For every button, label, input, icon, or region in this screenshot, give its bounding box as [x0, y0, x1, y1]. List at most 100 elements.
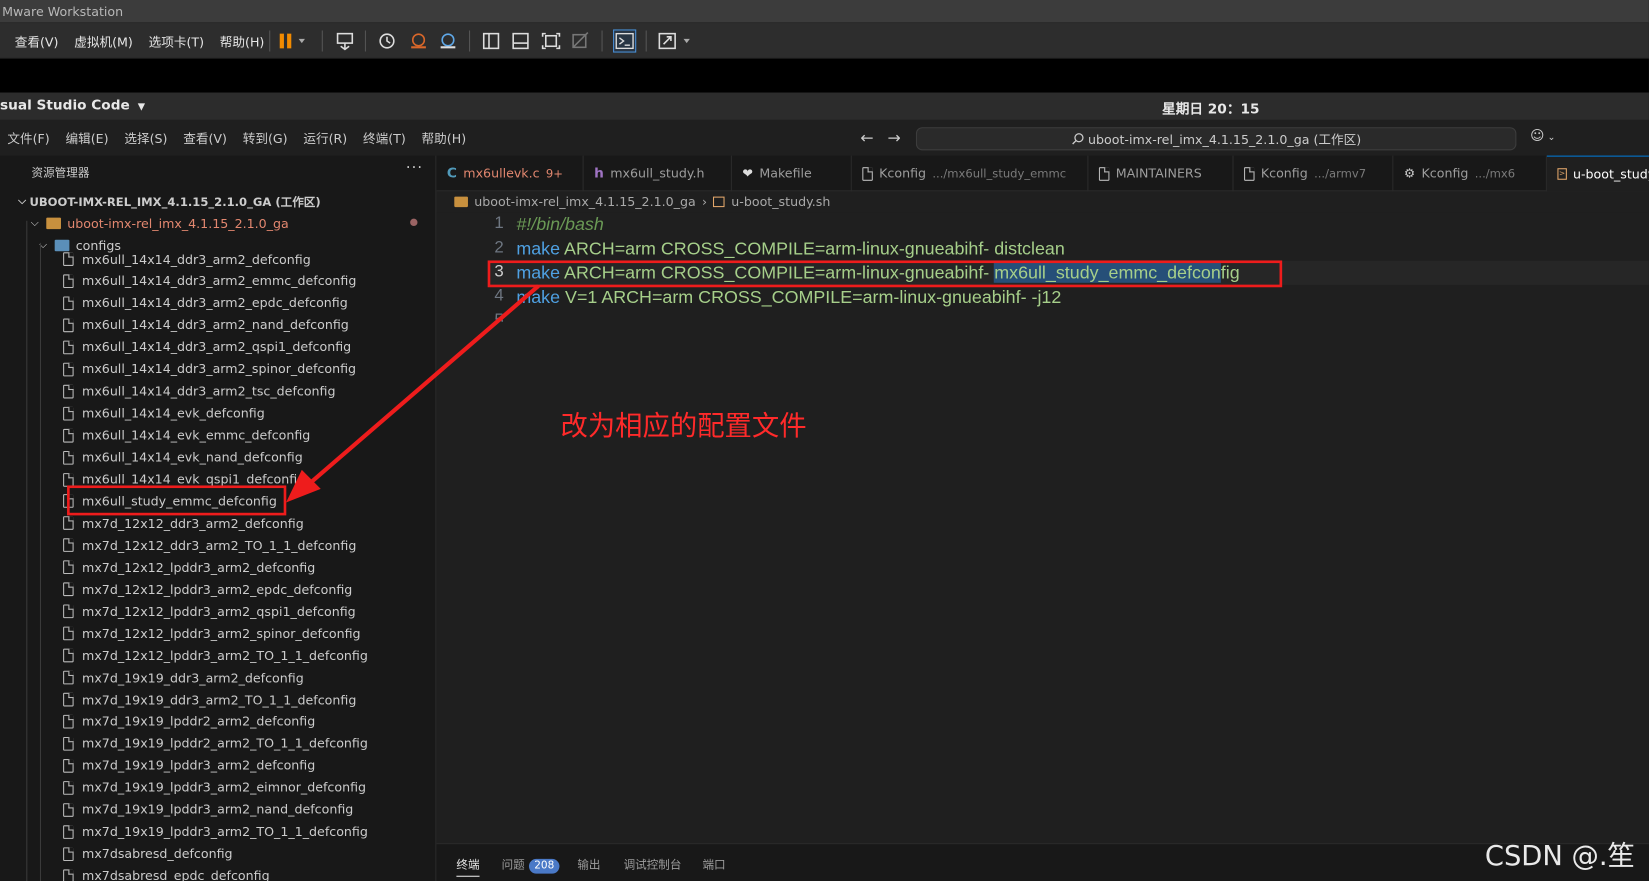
stretch-guest-icon[interactable]: [657, 32, 695, 51]
file-item[interactable]: mx7d_12x12_lpddr3_arm2_epdc_defconfig: [63, 578, 352, 600]
file-item[interactable]: mx7d_12x12_lpddr3_arm2_spinor_defconfig: [63, 623, 361, 645]
file-item[interactable]: mx6ull_study_emmc_defconfig: [63, 490, 277, 512]
file-item[interactable]: mx7dsabresd_defconfig: [63, 843, 233, 865]
code-line-3[interactable]: make ARCH=arm CROSS_COMPILE=arm-linux-gn…: [516, 262, 1240, 284]
tab-kconfig-mx6ull-study-emmc[interactable]: Kconfig .../mx6ull_study_emmc: [852, 155, 1089, 192]
file-item[interactable]: mx7d_12x12_lpddr3_arm2_TO_1_1_defconfig: [63, 645, 368, 667]
file-icon: [63, 736, 74, 751]
file-item[interactable]: mx6ull_14x14_evk_defconfig: [63, 402, 265, 424]
file-label: mx6ull_14x14_ddr3_arm2_nand_defconfig: [82, 317, 349, 333]
menu-view[interactable]: 查看(V): [183, 129, 227, 147]
snapshot-icon[interactable]: [376, 32, 397, 51]
clock[interactable]: 星期日 20：15: [1162, 98, 1260, 118]
file-item[interactable]: mx7d_19x19_lpddr2_arm2_defconfig: [63, 711, 315, 733]
pause-icon[interactable]: [276, 32, 308, 51]
file-item[interactable]: mx7d_19x19_lpddr3_arm2_nand_defconfig: [63, 799, 353, 821]
tab-kconfig-mx6[interactable]: ⚙ Kconfig .../mx6: [1393, 155, 1547, 192]
menu-edit[interactable]: 编辑(E): [65, 129, 108, 147]
tab-makefile[interactable]: ❤ Makefile: [732, 155, 852, 192]
fullscreen-icon[interactable]: [541, 32, 562, 51]
vmware-toolbar: 查看(V) 虚拟机(M) 选项卡(T) 帮助(H): [0, 23, 1649, 59]
panel-tab-problems[interactable]: 问题 208: [502, 856, 560, 874]
vmware-menu-help[interactable]: 帮助(H): [220, 32, 265, 50]
file-item[interactable]: mx6ull_14x14_ddr3_arm2_nand_defconfig: [63, 314, 349, 336]
file-item[interactable]: mx6ull_14x14_ddr3_arm2_qspi1_defconfig: [63, 336, 351, 358]
file-item[interactable]: mx6ull_14x14_evk_qspi1_defconfig: [63, 468, 305, 490]
file-icon: [63, 296, 74, 311]
file-label: mx7d_12x12_lpddr3_arm2_defconfig: [82, 560, 316, 575]
code-line-2[interactable]: make ARCH=arm CROSS_COMPILE=arm-linux-gn…: [516, 239, 1064, 260]
vmware-menu-tabs[interactable]: 选项卡(T): [149, 32, 204, 50]
menu-file[interactable]: 文件(F): [7, 129, 49, 147]
file-icon: [63, 472, 74, 487]
breadcrumb-folder[interactable]: uboot-imx-rel_imx_4.1.15_2.1.0_ga: [474, 194, 695, 209]
back-arrow-icon[interactable]: ←: [860, 128, 873, 147]
workspace-section[interactable]: ⌵ UBOOT-IMX-REL_IMX_4.1.15_2.1.0_GA (工作区…: [15, 190, 321, 212]
file-icon: [63, 670, 74, 685]
file-icon: [63, 692, 74, 707]
code-editor[interactable]: 1 2 3 4 5 #!/bin/bash make ARCH=arm CROS…: [436, 212, 1649, 844]
menu-selection[interactable]: 选择(S): [124, 129, 167, 147]
console-view-icon[interactable]: [613, 29, 637, 53]
root-folder[interactable]: ⌵ uboot-imx-rel_imx_4.1.15_2.1.0_ga: [27, 212, 289, 234]
file-item[interactable]: mx6ull_14x14_evk_emmc_defconfig: [63, 424, 310, 446]
activities-app-menu[interactable]: sual Studio Code ▼: [0, 98, 145, 114]
file-item[interactable]: mx7dsabresd_epdc_defconfig: [63, 865, 270, 881]
snapshot-manager-icon[interactable]: [437, 32, 458, 51]
file-label: mx7dsabresd_defconfig: [82, 846, 233, 862]
unity-icon[interactable]: [570, 32, 591, 51]
file-item[interactable]: mx6ull_14x14_evk_nand_defconfig: [63, 446, 303, 468]
file-item[interactable]: mx7d_19x19_ddr3_arm2_TO_1_1_defconfig: [63, 689, 356, 711]
tab-maintainers[interactable]: MAINTAINERS: [1088, 155, 1234, 192]
tab-u-boot-study-sh[interactable]: > u-boot_study.sh: [1546, 155, 1649, 192]
code-line-1[interactable]: #!/bin/bash: [516, 214, 603, 235]
file-item[interactable]: mx7d_12x12_ddr3_arm2_TO_1_1_defconfig: [63, 534, 356, 556]
forward-arrow-icon[interactable]: →: [888, 128, 901, 147]
file-item[interactable]: mx6ull_14x14_ddr3_arm2_emmc_defconfig: [63, 270, 356, 292]
make-args: ARCH=arm CROSS_COMPILE=arm-linux-gnueabi…: [560, 238, 1065, 259]
code-line-4[interactable]: make V=1 ARCH=arm CROSS_COMPILE=arm-linu…: [516, 287, 1061, 308]
file-item[interactable]: mx6ull_14x14_ddr3_arm2_tsc_defconfig: [63, 380, 336, 402]
copilot-menu[interactable]: ☺ ⌄: [1530, 128, 1555, 144]
more-actions-icon[interactable]: ···: [406, 160, 423, 177]
tab-label: mx6ull_study.h: [610, 166, 705, 181]
sidebar-toggle-icon[interactable]: [481, 32, 502, 51]
file-item[interactable]: mx6ull_14x14_ddr3_arm2_defconfig: [63, 248, 311, 270]
file-item[interactable]: mx6ull_14x14_ddr3_arm2_epdc_defconfig: [63, 292, 348, 314]
command-center-label: uboot-imx-rel_imx_4.1.15_2.1.0_ga (工作区): [1087, 131, 1362, 147]
make-args: V=1 ARCH=arm CROSS_COMPILE=arm-linux-gnu…: [560, 287, 1062, 307]
file-item[interactable]: mx7d_12x12_lpddr3_arm2_qspi1_defconfig: [63, 600, 356, 622]
file-label: mx6ull_14x14_ddr3_arm2_qspi1_defconfig: [82, 339, 352, 355]
make-keyword: make: [516, 238, 561, 259]
file-item[interactable]: mx7d_19x19_ddr3_arm2_defconfig: [63, 667, 304, 689]
vmware-menu-view[interactable]: 查看(V): [15, 32, 59, 50]
file-item[interactable]: mx7d_19x19_lpddr3_arm2_eimnor_defconfig: [63, 777, 366, 799]
tab-mx6ull-study-h[interactable]: h mx6ull_study.h: [584, 155, 732, 192]
file-label: mx7d_12x12_ddr3_arm2_TO_1_1_defconfig: [82, 538, 357, 553]
file-item[interactable]: mx7d_12x12_lpddr3_arm2_defconfig: [63, 556, 315, 578]
file-icon: [63, 516, 74, 531]
file-item[interactable]: mx7d_12x12_ddr3_arm2_defconfig: [63, 512, 304, 534]
panel-tab-debug-console[interactable]: 调试控制台: [624, 856, 682, 873]
thumbnail-bar-icon[interactable]: [510, 32, 531, 51]
tab-kconfig-armv7[interactable]: Kconfig .../armv7: [1234, 155, 1394, 192]
breadcrumb-file[interactable]: u-boot_study.sh: [731, 194, 830, 209]
tab-mx6ullevk-c[interactable]: C mx6ullevk.c 9+: [436, 155, 584, 192]
vmware-menu-vm[interactable]: 虚拟机(M): [74, 32, 133, 50]
file-label: mx6ull_14x14_evk_defconfig: [82, 405, 265, 421]
panel-tab-terminal[interactable]: 终端: [456, 856, 480, 877]
menu-run[interactable]: 运行(R): [303, 129, 347, 147]
command-center-search[interactable]: uboot-imx-rel_imx_4.1.15_2.1.0_ga (工作区): [915, 127, 1517, 151]
menu-help[interactable]: 帮助(H): [422, 129, 467, 147]
file-item[interactable]: mx7d_19x19_lpddr3_arm2_defconfig: [63, 755, 315, 777]
menu-go[interactable]: 转到(G): [243, 129, 288, 147]
menu-terminal[interactable]: 终端(T): [363, 129, 406, 147]
file-item[interactable]: mx7d_19x19_lpddr3_arm2_TO_1_1_defconfig: [63, 821, 368, 843]
file-item[interactable]: mx7d_19x19_lpddr2_arm2_TO_1_1_defconfig: [63, 733, 368, 755]
panel-tab-output[interactable]: 输出: [577, 856, 600, 873]
panel-tab-ports[interactable]: 端口: [702, 856, 725, 873]
file-item[interactable]: mx6ull_14x14_ddr3_arm2_spinor_defconfig: [63, 358, 356, 380]
send-ctrl-alt-del-icon[interactable]: [334, 32, 355, 51]
revert-snapshot-icon[interactable]: [408, 32, 429, 51]
line-number: 3: [494, 262, 504, 281]
